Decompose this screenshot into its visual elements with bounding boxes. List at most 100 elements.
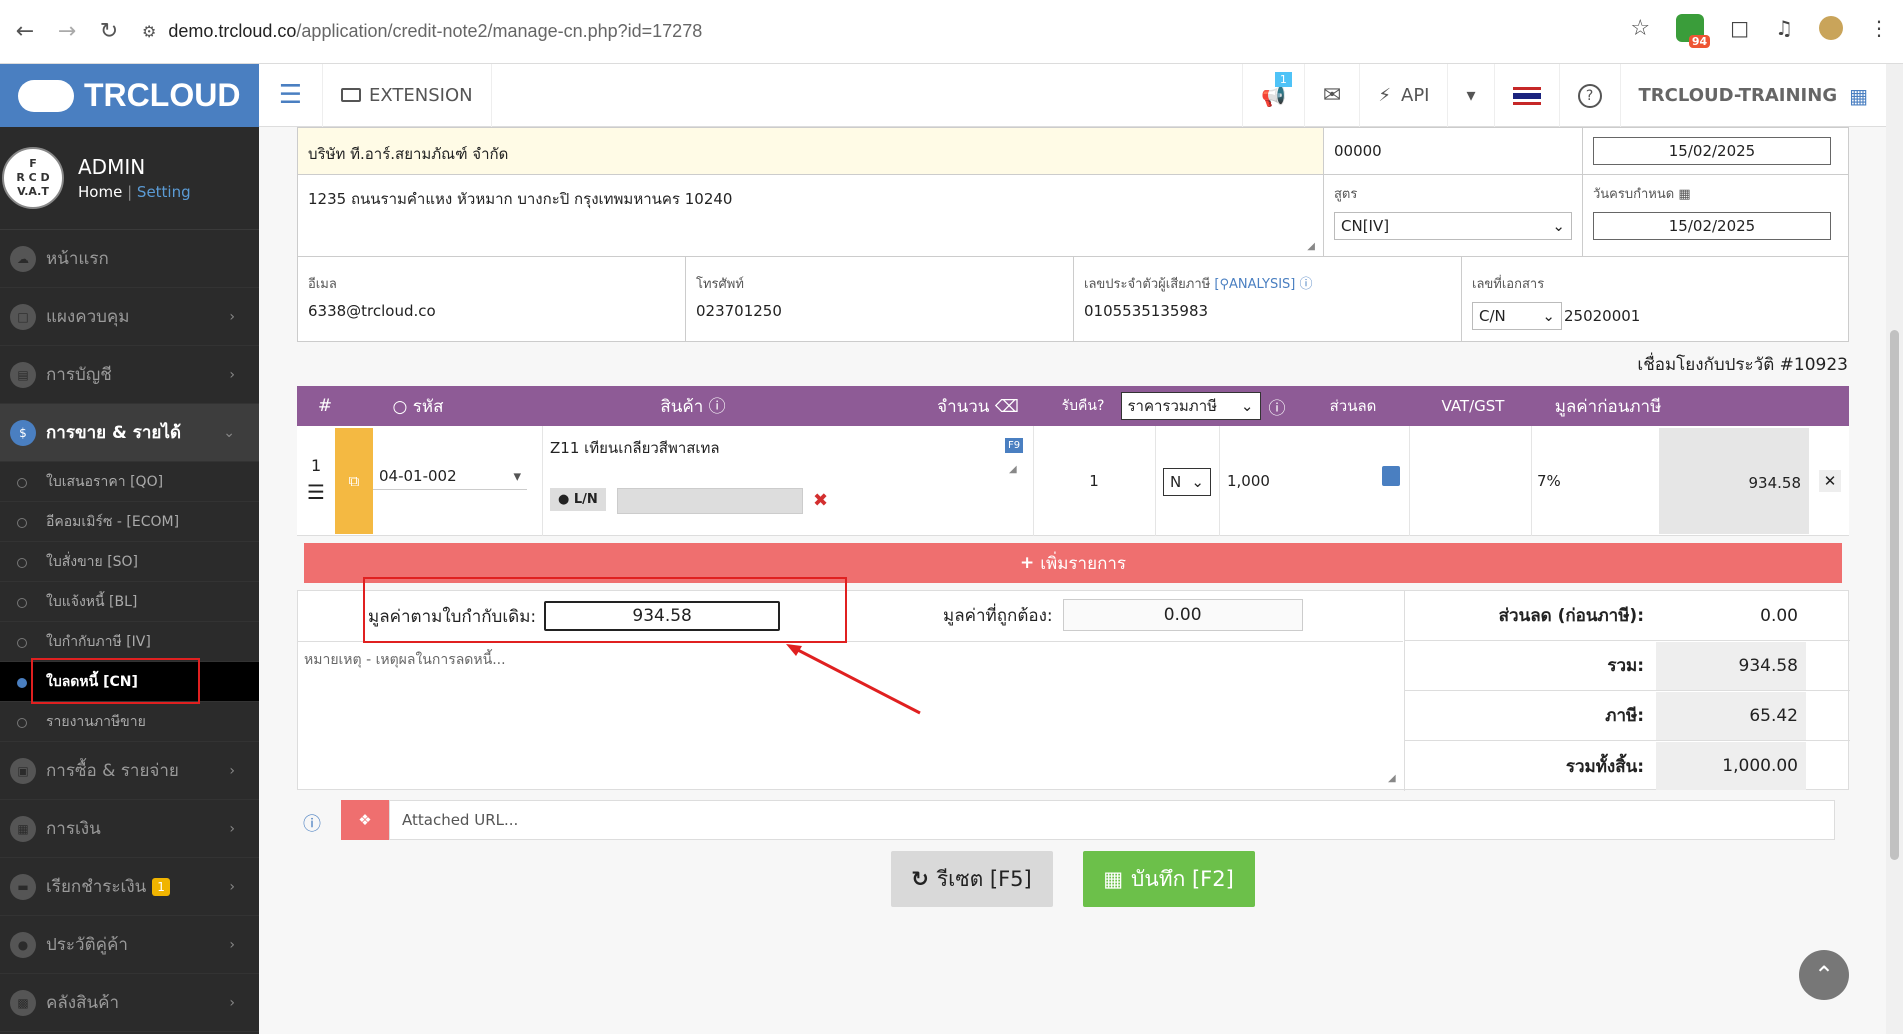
company-button[interactable]: TRCLOUD-TRAINING ▦ xyxy=(1619,64,1886,127)
brand-logo[interactable]: TRCLOUD xyxy=(0,64,259,127)
calculator-icon[interactable] xyxy=(1382,466,1400,486)
chevron-right-icon: › xyxy=(229,366,235,383)
page-scrollbar[interactable] xyxy=(1886,64,1903,1034)
profile-avatar-icon[interactable] xyxy=(1819,16,1843,40)
tax-value: 65.42 xyxy=(1656,691,1806,740)
reset-button[interactable]: ↻ รีเซต [F5] xyxy=(890,851,1053,907)
col-code: รหัส xyxy=(412,396,444,417)
media-icon[interactable]: ♫ xyxy=(1775,16,1793,40)
formula-label: สูตร xyxy=(1334,187,1358,202)
forward-icon[interactable]: → xyxy=(50,15,84,49)
scroll-to-top-button[interactable]: ⌃ xyxy=(1799,950,1849,1000)
customer-code[interactable]: 00000 xyxy=(1324,128,1583,174)
drag-handle-icon[interactable]: ☰ xyxy=(307,480,325,504)
chevron-right-icon: › xyxy=(229,820,235,837)
plug-icon: ⚡ xyxy=(1378,85,1391,106)
analysis-link[interactable]: ANALYSIS xyxy=(1229,277,1290,292)
back-icon[interactable]: ← xyxy=(8,15,42,49)
hamburger-icon[interactable]: ☰ xyxy=(259,63,323,127)
sidebar-item-accounting[interactable]: ▤ การบัญชี › xyxy=(0,346,259,404)
cloud-icon xyxy=(18,79,74,112)
correct-value-input[interactable]: 0.00 xyxy=(1062,599,1303,631)
dropbox-button[interactable]: ❖ xyxy=(341,800,389,840)
sidebar-item-partners[interactable]: ● ประวัติคู่ค้า › xyxy=(0,916,259,974)
boxes-icon: ▩ xyxy=(10,989,36,1016)
lot-number-input[interactable] xyxy=(617,488,803,514)
resize-handle-icon[interactable]: ◢ xyxy=(1388,773,1396,784)
address-bar[interactable]: ⚙ demo.trcloud.co/application/credit-not… xyxy=(142,12,1542,52)
announcement-button[interactable]: 📢 1 xyxy=(1242,64,1304,127)
delete-row-icon[interactable]: ✕ xyxy=(1819,470,1841,492)
floppy-icon: ▦ xyxy=(1103,867,1124,891)
save-button[interactable]: ▦ บันทึก [F2] xyxy=(1082,851,1255,907)
doc-number[interactable]: 25020001 xyxy=(1564,307,1640,325)
bookmark-star-icon[interactable]: ☆ xyxy=(1630,16,1650,41)
site-info-icon[interactable]: ⚙ xyxy=(142,22,156,41)
language-button[interactable] xyxy=(1493,64,1559,127)
taxid-label: เลขประจำตัวผู้เสียภาษี xyxy=(1084,277,1211,292)
sidebar-sub-iv[interactable]: ใบกำกับภาษี [IV] xyxy=(0,622,259,662)
sidebar-item-sales[interactable]: $ การขาย & รายได้ ⌄ xyxy=(0,404,259,462)
sidebar-sub-so[interactable]: ใบสั่งขาย [SO] xyxy=(0,542,259,582)
mail-button[interactable]: ✉ xyxy=(1303,64,1359,127)
email-label: อีเมล xyxy=(308,277,337,292)
sidebar-item-home[interactable]: ☁ หน้าแรก xyxy=(0,230,259,288)
f9-button[interactable]: F9 xyxy=(1005,438,1024,453)
phone-field[interactable]: 023701250 xyxy=(696,302,1063,320)
sidebar-sub-ecom[interactable]: อีคอมเมิร์ซ - [ECOM] xyxy=(0,502,259,542)
dropdown-button[interactable]: ▾ xyxy=(1447,64,1493,127)
plus-icon: + xyxy=(1019,553,1035,573)
sidebar-item-finance[interactable]: ▦ การเงิน › xyxy=(0,800,259,858)
home-link[interactable]: Home xyxy=(78,183,122,201)
trash-icon[interactable]: ⌫ xyxy=(995,397,1019,417)
return-select[interactable]: N ⌄ xyxy=(1163,468,1211,496)
doc-date-input[interactable]: 15/02/2025 xyxy=(1593,137,1831,165)
document-header: บริษัท ที.อาร์.สยามภัณฑ์ จำกัด 00000 15/… xyxy=(297,127,1849,342)
highlight-box-cn xyxy=(31,658,200,704)
grand-total-value: 1,000.00 xyxy=(1656,742,1806,790)
product-name[interactable]: Z11 เทียนเกลียวสีพาสเทล xyxy=(550,436,720,460)
qty-value[interactable]: 1 xyxy=(1033,472,1155,490)
taxid-field[interactable]: 0105535135983 xyxy=(1084,302,1451,320)
resize-handle-icon[interactable]: ◢ xyxy=(1009,464,1017,475)
notification-badge: 1 xyxy=(1274,72,1292,87)
formula-select[interactable]: CN[IV] ⌄ xyxy=(1334,212,1572,240)
price-mode-select[interactable]: ราคารวมภาษี ⌄ xyxy=(1120,392,1261,420)
avatar: FR C D V.A.T xyxy=(2,147,64,209)
note-textarea[interactable]: หมายเหตุ - เหตุผลในการลดหนี้... xyxy=(304,649,506,671)
copy-row-button[interactable]: ⧉ xyxy=(335,428,373,534)
sidebar-item-inventory[interactable]: ▩ คลังสินค้า › xyxy=(0,974,259,1032)
sidebar-item-billing[interactable]: ▬ เรียกชำระเงิน 1 › xyxy=(0,858,259,916)
help-button[interactable]: ? xyxy=(1558,64,1620,127)
sidebar-sub-qo[interactable]: ใบเสนอราคา [QO] xyxy=(0,462,259,502)
doc-prefix-select[interactable]: C/N ⌄ xyxy=(1472,302,1562,330)
remove-lot-icon[interactable]: ✖ xyxy=(813,490,828,511)
attached-url-input[interactable]: Attached URL... xyxy=(389,800,1835,840)
setting-link[interactable]: Setting xyxy=(137,183,191,201)
email-field[interactable]: 6338@trcloud.co xyxy=(308,302,675,320)
company-name[interactable]: บริษัท ที.อาร์.สยามภัณฑ์ จำกัด xyxy=(298,128,1324,174)
due-date-input[interactable]: 15/02/2025 xyxy=(1593,212,1831,240)
api-button[interactable]: ⚡ API xyxy=(1359,64,1447,127)
col-vat: VAT/GST xyxy=(1441,397,1505,415)
lot-number-tag[interactable]: ● L/N xyxy=(550,488,606,511)
product-code-select[interactable]: 04-01-002 ▾ xyxy=(373,462,527,490)
sidebar-item-purchase[interactable]: ▣ การซื้อ & รายจ่าย › xyxy=(0,742,259,800)
reload-icon[interactable]: ↻ xyxy=(92,15,126,49)
resize-handle-icon[interactable]: ◢ xyxy=(1307,241,1315,252)
extension-link[interactable]: EXTENSION xyxy=(323,63,492,127)
sidebar-sub-sales-tax[interactable]: รายงานภาษีขาย xyxy=(0,702,259,742)
chevron-up-icon: ⌃ xyxy=(1813,961,1835,989)
sidebar-sub-bl[interactable]: ใบแจ้งหนี้ [BL] xyxy=(0,582,259,622)
price-value[interactable]: 1,000 xyxy=(1227,472,1270,490)
browser-menu-icon[interactable]: ⋮ xyxy=(1869,16,1889,40)
address-field[interactable]: 1235 ถนนรามคำแหง หัวหมาก บางกะปิ กรุงเทพ… xyxy=(298,175,1324,256)
extension-icon[interactable]: 94 xyxy=(1676,14,1711,48)
scrollbar-thumb[interactable] xyxy=(1890,330,1899,860)
sidebar-item-dashboard[interactable]: □ แผงควบคุม › xyxy=(0,288,259,346)
puzzle-icon[interactable]: □ xyxy=(1730,16,1749,40)
discount-label: ส่วนลด (ก่อนภาษี): xyxy=(1498,606,1644,626)
building-icon: ▦ xyxy=(1849,83,1868,108)
info-icon: ⓘ xyxy=(1299,277,1313,292)
url-text[interactable]: demo.trcloud.co/application/credit-note2… xyxy=(168,21,702,42)
